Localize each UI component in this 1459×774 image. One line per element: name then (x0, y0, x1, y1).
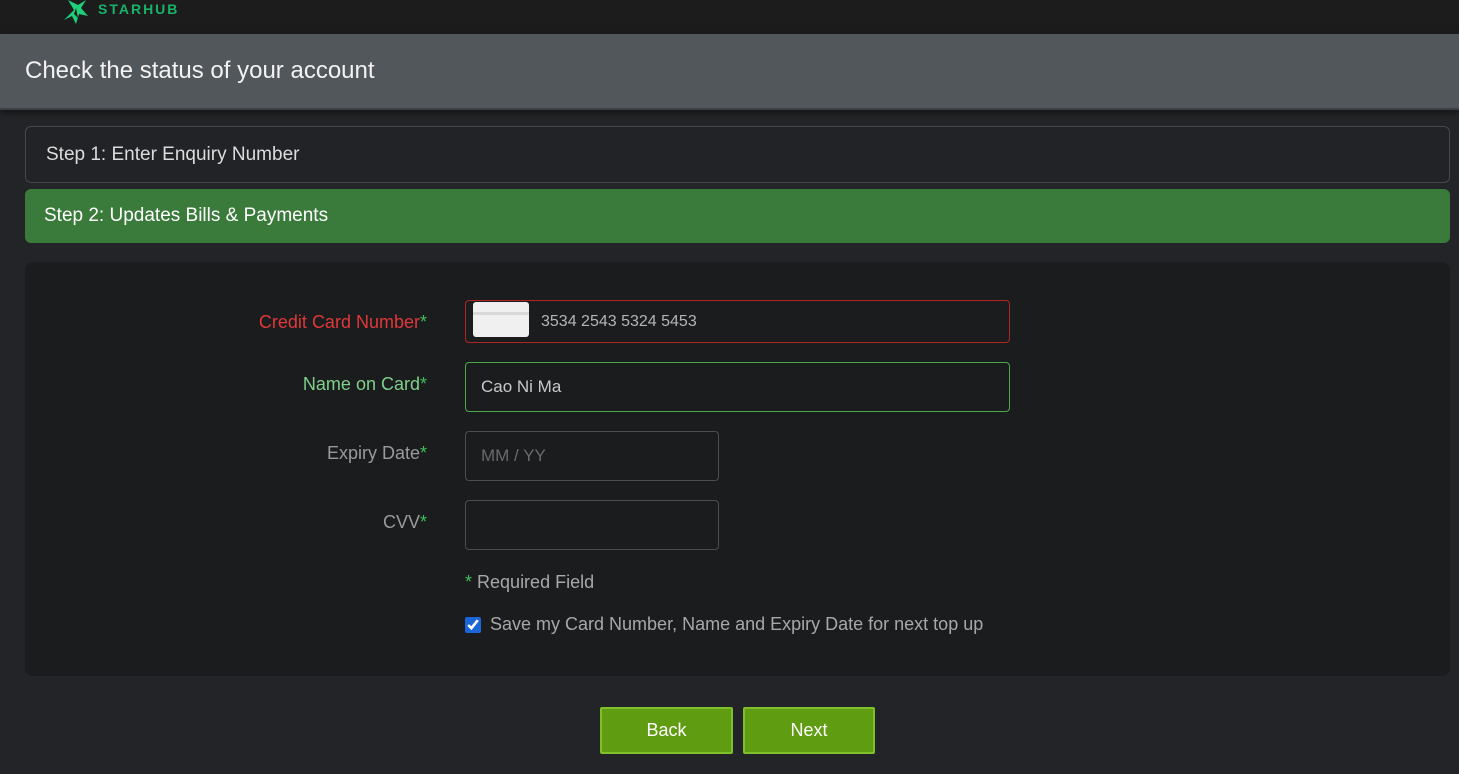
starhub-logo[interactable]: STARHUB (60, 0, 179, 28)
expiry-date-label: Expiry Date* (326, 443, 427, 463)
credit-card-icon (473, 302, 529, 337)
expiry-date-input[interactable] (465, 431, 719, 481)
next-button[interactable]: Next (743, 707, 875, 754)
credit-card-number-label: Credit Card Number* (258, 312, 427, 332)
name-on-card-input[interactable] (465, 362, 1010, 412)
starhub-logo-icon (64, 0, 88, 24)
page-header: Check the status of your account (0, 34, 1459, 110)
credit-card-number-input[interactable] (465, 300, 1010, 343)
save-card-option: Save my Card Number, Name and Expiry Dat… (465, 614, 983, 635)
save-card-label[interactable]: Save my Card Number, Name and Expiry Dat… (490, 614, 983, 635)
step-1-enter-enquiry-number[interactable]: Step 1: Enter Enquiry Number (25, 126, 1450, 183)
name-on-card-label: Name on Card* (302, 374, 427, 394)
cvv-label: CVV* (382, 512, 427, 532)
back-button[interactable]: Back (600, 707, 733, 754)
step-2-updates-bills-payments[interactable]: Step 2: Updates Bills & Payments (25, 189, 1450, 243)
required-field-note: * Required Field (465, 572, 595, 592)
step-label: Step 2: Updates Bills & Payments (44, 205, 329, 226)
cvv-input[interactable] (465, 500, 719, 550)
brand-name: STARHUB (98, 1, 180, 17)
page-title: Check the status of your account (25, 57, 375, 84)
save-card-checkbox[interactable] (465, 616, 481, 633)
step-label: Step 1: Enter Enquiry Number (46, 143, 300, 165)
top-header: STARHUB (0, 0, 1459, 34)
